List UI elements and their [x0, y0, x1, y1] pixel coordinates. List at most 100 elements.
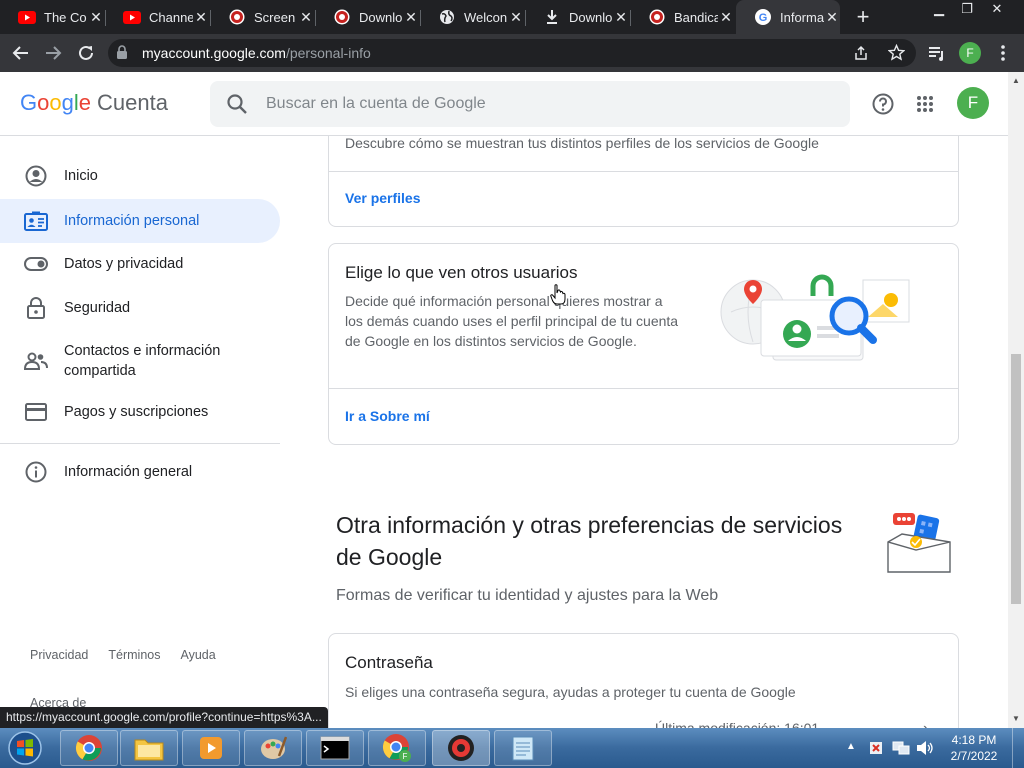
start-button[interactable]	[4, 730, 46, 766]
card-divider	[329, 171, 958, 172]
account-search-box[interactable]	[210, 81, 850, 127]
browser-tab[interactable]: Downlo ✕	[315, 0, 421, 34]
scroll-down-icon[interactable]: ▼	[1012, 714, 1020, 723]
sidebar-item-informacion-personal[interactable]: Información personal	[0, 199, 280, 243]
password-card[interactable]: Contraseña Si eliges una contraseña segu…	[328, 633, 959, 743]
other-info-title: Otra información y otras preferencias de…	[336, 512, 843, 570]
browser-tab[interactable]: Screen ✕	[210, 0, 316, 34]
close-tab-icon[interactable]: ✕	[193, 9, 209, 26]
youtube-icon	[18, 8, 36, 26]
apps-grid-icon	[917, 96, 933, 112]
google-icon: G	[754, 8, 772, 26]
url-path: /personal-info	[285, 45, 371, 61]
browser-tab[interactable]: Bandica ✕	[630, 0, 734, 34]
url-host: myaccount.google.com	[142, 45, 286, 61]
scrollbar-thumb[interactable]	[1011, 354, 1021, 604]
apps-button[interactable]	[911, 90, 939, 118]
download-icon	[543, 8, 561, 26]
reload-button[interactable]	[73, 40, 99, 66]
help-button[interactable]	[869, 90, 897, 118]
taskbar-media-player[interactable]	[182, 730, 240, 766]
close-window-button[interactable]: ✕	[982, 0, 1012, 18]
close-tab-icon[interactable]: ✕	[403, 9, 419, 26]
sidebar-item-pagos[interactable]: Pagos y suscripciones	[0, 392, 280, 432]
sidebar-item-seguridad[interactable]: Seguridad	[0, 288, 280, 328]
browser-menu-button[interactable]	[990, 40, 1016, 66]
browser-tab[interactable]: Channe ✕	[105, 0, 211, 34]
svg-text:F: F	[403, 752, 408, 761]
arrow-left-icon	[12, 46, 28, 60]
more-vert-icon	[1001, 45, 1005, 61]
taskbar-clock[interactable]: 4:18 PM 2/7/2022	[944, 732, 1004, 764]
sidebar-item-contactos[interactable]: Contactos e información compartida	[0, 336, 280, 386]
browser-tab[interactable]: Downlo ✕	[525, 0, 631, 34]
recorder-icon	[448, 735, 474, 761]
share-icon[interactable]	[853, 45, 869, 66]
help-link[interactable]: Ayuda	[180, 648, 215, 662]
minimize-button[interactable]: ▁	[924, 0, 954, 18]
sidebar-item-informacion-general[interactable]: Información general	[0, 452, 280, 492]
close-tab-icon[interactable]: ✕	[824, 9, 840, 26]
browser-tab[interactable]: The Co ✕	[0, 0, 106, 34]
other-info-subtitle: Formas de verificar tu identidad y ajust…	[336, 587, 719, 604]
view-profiles-link[interactable]: Ver perfiles	[345, 190, 421, 206]
tab-title: Downlo	[359, 9, 403, 25]
taskbar-cmd[interactable]	[306, 730, 364, 766]
new-tab-button[interactable]: +	[850, 4, 876, 30]
close-tab-icon[interactable]: ✕	[88, 9, 104, 26]
media-player-icon	[200, 737, 222, 759]
google-account-logo[interactable]: Google Cuenta	[20, 90, 168, 116]
show-hidden-icons-icon[interactable]: ▲	[846, 741, 856, 752]
network-icon[interactable]	[892, 740, 910, 761]
paint-palette-icon	[261, 736, 287, 759]
back-button[interactable]	[8, 40, 34, 66]
hand-cursor-icon	[550, 284, 566, 311]
close-tab-icon[interactable]: ✕	[718, 9, 734, 26]
page-scrollbar[interactable]: ▲ ▼	[1008, 72, 1024, 728]
info-icon	[24, 460, 48, 484]
profile-button[interactable]: F	[957, 40, 983, 66]
sidebar-item-label: Información general	[64, 464, 193, 480]
taskbar-explorer[interactable]	[120, 730, 178, 766]
sidebar-item-datos-privacidad[interactable]: Datos y privacidad	[0, 244, 280, 284]
taskbar-chrome[interactable]	[60, 730, 118, 766]
scroll-up-icon[interactable]: ▲	[1012, 76, 1020, 85]
browser-tab[interactable]: Welcon ✕	[420, 0, 526, 34]
sidebar-item-label: Datos y privacidad	[64, 256, 184, 272]
profile-avatar: F	[959, 42, 981, 64]
browser-toolbar: myaccount.google.com/personal-info F	[0, 34, 1024, 72]
sidebar-footer: Privacidad Términos Ayuda	[30, 648, 236, 662]
record-icon	[648, 8, 666, 26]
sidebar-item-inicio[interactable]: Inicio	[0, 156, 280, 196]
restore-button[interactable]: ❐	[952, 0, 982, 18]
taskbar-notepad[interactable]	[494, 730, 552, 766]
action-center-icon[interactable]	[868, 740, 884, 761]
close-tab-icon[interactable]: ✕	[298, 9, 314, 26]
tab-title: Downlo	[569, 9, 613, 25]
taskbar-bandicam[interactable]	[432, 730, 490, 766]
browser-tab-active[interactable]: G Informa ✕	[736, 0, 840, 34]
account-avatar[interactable]: F	[957, 87, 989, 119]
forward-button[interactable]	[40, 40, 66, 66]
lock-icon	[24, 296, 48, 320]
search-icon[interactable]	[226, 93, 248, 120]
tab-title: The Co	[44, 9, 87, 25]
privacy-link[interactable]: Privacidad	[30, 648, 88, 662]
sidebar-item-label: Contactos e información compartida	[64, 343, 221, 379]
media-control-button[interactable]	[924, 40, 950, 66]
search-input[interactable]	[266, 81, 826, 127]
volume-icon[interactable]	[916, 740, 934, 761]
address-bar[interactable]: myaccount.google.com/personal-info	[108, 39, 916, 67]
about-me-card: Elige lo que ven otros usuarios Decide q…	[328, 243, 959, 445]
bookmark-star-icon[interactable]	[887, 43, 906, 66]
arrow-right-icon	[46, 46, 62, 60]
reload-icon	[79, 45, 93, 60]
close-tab-icon[interactable]: ✕	[613, 9, 629, 26]
go-to-about-me-link[interactable]: Ir a Sobre mí	[345, 408, 430, 424]
taskbar-chrome-profile[interactable]: F	[368, 730, 426, 766]
close-tab-icon[interactable]: ✕	[508, 9, 524, 26]
lock-icon[interactable]	[116, 45, 128, 65]
terms-link[interactable]: Términos	[108, 648, 160, 662]
taskbar-paint[interactable]	[244, 730, 302, 766]
show-desktop-button[interactable]	[1012, 728, 1024, 768]
